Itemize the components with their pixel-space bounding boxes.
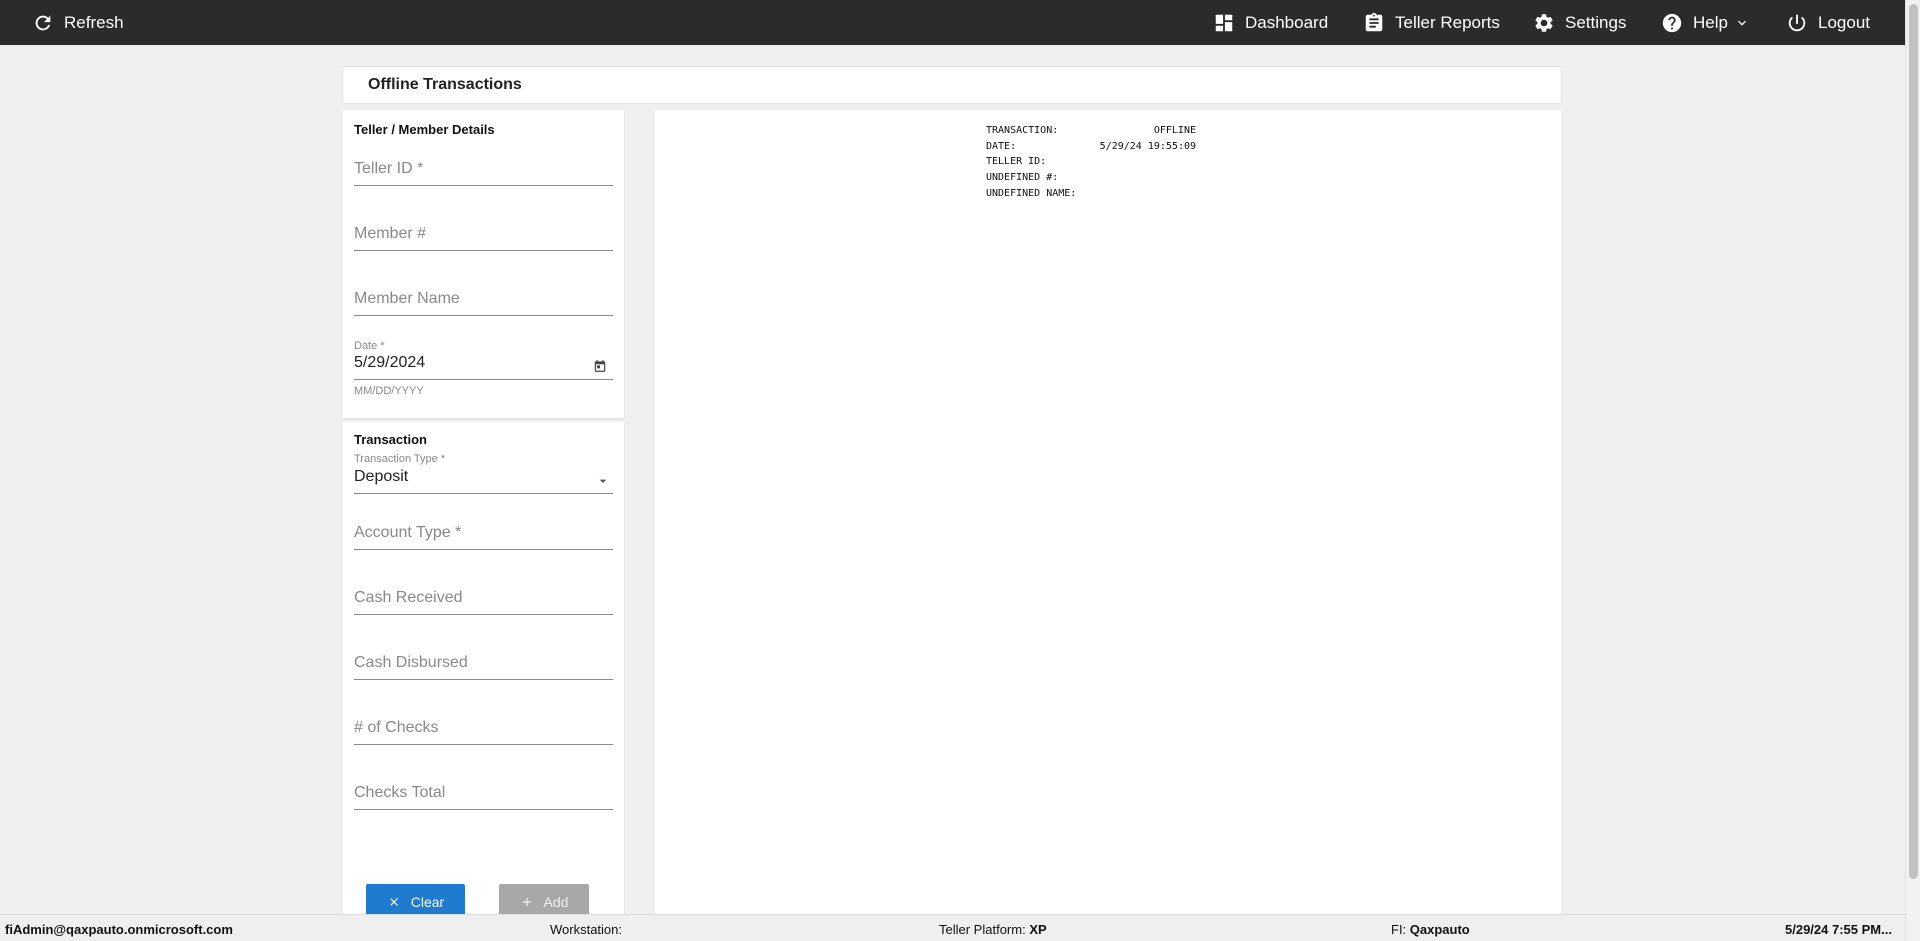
calendar-icon[interactable] bbox=[593, 359, 607, 373]
member-name-placeholder: Member Name bbox=[354, 290, 460, 307]
receipt-line: TRANSACTION: OFFLINE bbox=[986, 123, 1196, 139]
transaction-type-select[interactable]: Transaction Type * Deposit bbox=[354, 453, 613, 494]
member-number-placeholder: Member # bbox=[354, 225, 427, 242]
cash-disbursed-placeholder: Cash Disbursed bbox=[354, 654, 468, 671]
date-format-helper: MM/DD/YYYY bbox=[354, 385, 424, 397]
nav-help[interactable]: Help bbox=[1661, 0, 1750, 45]
status-fi-value: Qaxpauto bbox=[1409, 922, 1470, 937]
receipt-lines: TRANSACTION: OFFLINE DATE: 5/29/24 19:55… bbox=[986, 123, 1196, 201]
receipt-line-label: UNDEFINED NAME: bbox=[986, 187, 1077, 199]
status-datetime: 5/29/24 7:55 PM... bbox=[1785, 922, 1892, 937]
number-of-checks-field[interactable]: # of Checks bbox=[354, 711, 613, 745]
date-label: Date * bbox=[354, 340, 385, 352]
account-type-field[interactable]: Account Type * bbox=[354, 516, 613, 550]
receipt-line-label: DATE: bbox=[986, 140, 1017, 152]
status-platform-value: XP bbox=[1029, 922, 1047, 937]
close-icon bbox=[389, 897, 398, 907]
clipboard-icon bbox=[1365, 12, 1383, 31]
receipt-line: DATE: 5/29/24 19:55:09 bbox=[986, 139, 1196, 155]
receipt-line-value: OFFLINE bbox=[1153, 125, 1196, 136]
transaction-section-title: Transaction bbox=[354, 432, 427, 447]
status-user: fiAdmin@qaxpauto.onmicrosoft.com bbox=[5, 922, 233, 937]
receipt-line-label: TELLER ID: bbox=[986, 156, 1047, 168]
receipt-preview: TRANSACTION: OFFLINE DATE: 5/29/24 19:55… bbox=[654, 110, 1562, 922]
nav-logout[interactable]: Logout bbox=[1786, 0, 1870, 45]
cash-disbursed-field[interactable]: Cash Disbursed bbox=[354, 646, 613, 680]
nav-teller-reports[interactable]: Teller Reports bbox=[1363, 0, 1500, 45]
nav-teller-reports-label: Teller Reports bbox=[1395, 12, 1500, 32]
gear-icon bbox=[1535, 13, 1553, 32]
nav-logout-label: Logout bbox=[1818, 12, 1870, 32]
power-icon bbox=[1788, 14, 1806, 31]
nav-dashboard[interactable]: Dashboard bbox=[1213, 0, 1328, 45]
page-title: Offline Transactions bbox=[368, 76, 522, 93]
teller-member-details-panel: Teller / Member Details Teller ID * Memb… bbox=[342, 110, 624, 418]
top-nav-bar: Refresh Dashboard Teller Reports Setting… bbox=[0, 0, 1905, 45]
date-field[interactable]: Date * 5/29/2024 bbox=[354, 340, 613, 380]
transaction-type-value: Deposit bbox=[354, 468, 409, 485]
page-scrollbar[interactable] bbox=[1905, 0, 1920, 941]
refresh-label: Refresh bbox=[64, 12, 124, 32]
checks-total-placeholder: Checks Total bbox=[354, 784, 446, 801]
nav-help-label: Help bbox=[1693, 12, 1728, 32]
transaction-panel: Transaction Transaction Type * Deposit A… bbox=[342, 422, 624, 922]
receipt-line-value: 5/29/24 19:55:09 bbox=[1099, 140, 1196, 152]
details-section-title: Teller / Member Details bbox=[354, 122, 495, 137]
dropdown-arrow-icon bbox=[599, 479, 607, 483]
receipt-line: UNDEFINED #: bbox=[986, 170, 1196, 186]
status-workstation-label: Workstation: bbox=[550, 922, 623, 937]
cash-received-placeholder: Cash Received bbox=[354, 589, 463, 606]
number-of-checks-placeholder: # of Checks bbox=[354, 719, 439, 736]
nav-dashboard-label: Dashboard bbox=[1245, 12, 1329, 32]
receipt-line: TELLER ID: bbox=[986, 154, 1196, 170]
receipt-line-label: UNDEFINED #: bbox=[986, 172, 1059, 184]
receipt-line: UNDEFINED NAME: bbox=[986, 186, 1196, 202]
nav-settings[interactable]: Settings bbox=[1533, 0, 1626, 45]
status-platform: Teller Platform: XP bbox=[939, 922, 1047, 937]
clear-label: Clear bbox=[410, 894, 445, 910]
cash-received-field[interactable]: Cash Received bbox=[354, 581, 613, 615]
scrollbar-thumb[interactable] bbox=[1909, 4, 1918, 879]
checks-total-field[interactable]: Checks Total bbox=[354, 776, 613, 810]
status-platform-label: Teller Platform: bbox=[939, 922, 1026, 937]
help-icon bbox=[1662, 13, 1682, 32]
member-name-field[interactable]: Member Name bbox=[354, 282, 613, 316]
refresh-button[interactable]: Refresh bbox=[32, 0, 124, 45]
add-label: Add bbox=[543, 894, 569, 910]
status-fi-label: FI: bbox=[1391, 922, 1407, 937]
member-number-field[interactable]: Member # bbox=[354, 217, 613, 251]
transaction-type-label: Transaction Type * bbox=[354, 453, 446, 465]
refresh-icon bbox=[35, 15, 51, 30]
status-fi: FI: Qaxpauto bbox=[1391, 922, 1470, 937]
status-bar: fiAdmin@qaxpauto.onmicrosoft.com Worksta… bbox=[0, 914, 1905, 941]
page-title-card: Offline Transactions bbox=[342, 66, 1562, 104]
chevron-down-icon bbox=[1737, 20, 1746, 26]
teller-id-placeholder: Teller ID * bbox=[354, 160, 424, 177]
date-value: 5/29/2024 bbox=[354, 354, 426, 371]
dashboard-icon bbox=[1215, 14, 1233, 31]
teller-id-field[interactable]: Teller ID * bbox=[354, 152, 613, 186]
plus-icon bbox=[522, 897, 531, 907]
account-type-placeholder: Account Type * bbox=[354, 524, 462, 541]
nav-settings-label: Settings bbox=[1565, 12, 1627, 32]
receipt-line-label: TRANSACTION: bbox=[986, 125, 1059, 136]
